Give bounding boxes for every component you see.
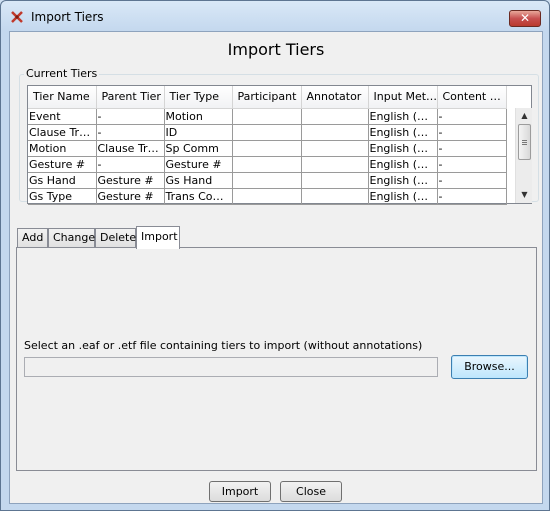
- table-cell[interactable]: Trans Com…: [164, 188, 233, 205]
- column-header[interactable]: Input Met…: [368, 86, 438, 109]
- elan-app-icon: [11, 11, 23, 23]
- table-cell[interactable]: Gs Hand: [28, 172, 97, 189]
- window-title: Import Tiers: [31, 10, 104, 24]
- table-cell[interactable]: [301, 108, 369, 125]
- column-header[interactable]: Parent Tier: [96, 86, 165, 109]
- table-cell[interactable]: -: [437, 124, 507, 141]
- table-cell[interactable]: -: [437, 140, 507, 157]
- table-cell[interactable]: [301, 140, 369, 157]
- title-bar[interactable]: Import Tiers ✕: [1, 1, 549, 31]
- table-cell[interactable]: -: [437, 108, 507, 125]
- column-header[interactable]: Annotator: [301, 86, 369, 109]
- table-cell[interactable]: Event: [28, 108, 97, 125]
- table-cell[interactable]: -: [437, 156, 507, 173]
- arrow-up-icon[interactable]: ▲: [516, 108, 533, 124]
- grip-line: [522, 144, 527, 145]
- table-cell[interactable]: Motion: [28, 140, 97, 157]
- table-header-row: Tier Name Parent Tier Tier Type Particip…: [28, 86, 507, 109]
- table-cell[interactable]: [301, 188, 369, 205]
- table-cell[interactable]: -: [96, 124, 165, 141]
- table-cell[interactable]: Sp Comm: [164, 140, 233, 157]
- scrollbar-thumb[interactable]: [518, 124, 531, 160]
- table-cell[interactable]: [232, 140, 302, 157]
- table-cell[interactable]: Gesture #: [96, 172, 165, 189]
- close-button[interactable]: Close: [280, 481, 342, 502]
- table-row[interactable]: Gs Hand Gesture # Gs Hand English (Un… -: [28, 172, 507, 189]
- column-header[interactable]: Tier Name: [28, 86, 97, 109]
- tab-delete[interactable]: Delete: [95, 228, 136, 248]
- table-cell[interactable]: Clause Tra…: [96, 140, 165, 157]
- grip-line: [522, 140, 527, 141]
- table-cell[interactable]: English (Un…: [368, 124, 438, 141]
- table-cell[interactable]: Gesture #: [96, 188, 165, 205]
- window-close-button[interactable]: ✕: [509, 10, 541, 27]
- table-cell[interactable]: [232, 188, 302, 205]
- table-cell[interactable]: -: [437, 172, 507, 189]
- table-cell[interactable]: Gesture #: [164, 156, 233, 173]
- column-header[interactable]: Content …: [437, 86, 507, 109]
- table-cell[interactable]: -: [437, 188, 507, 205]
- table-cell[interactable]: English (Un…: [368, 188, 438, 205]
- table-row[interactable]: Clause Tra… - ID English (Un… -: [28, 124, 507, 141]
- table-row[interactable]: Motion Clause Tra… Sp Comm English (Un… -: [28, 140, 507, 157]
- arrow-down-icon[interactable]: ▼: [516, 187, 533, 203]
- table-vertical-scrollbar[interactable]: ▲ ▼: [515, 108, 532, 203]
- import-instruction: Select an .eaf or .etf file containing t…: [24, 339, 423, 352]
- column-header[interactable]: Participant: [232, 86, 302, 109]
- table-cell[interactable]: Gs Hand: [164, 172, 233, 189]
- current-tiers-label: Current Tiers: [24, 67, 100, 80]
- browse-button[interactable]: Browse...: [451, 355, 528, 379]
- table-row[interactable]: Gesture # - Gesture # English (Un… -: [28, 156, 507, 173]
- table-cell[interactable]: [232, 108, 302, 125]
- table-row[interactable]: Gs Type Gesture # Trans Com… English (Un… -: [28, 188, 507, 205]
- grip-line: [522, 142, 527, 143]
- current-tiers-table[interactable]: Tier Name Parent Tier Tier Type Particip…: [27, 85, 532, 205]
- table-cell[interactable]: Gesture #: [28, 156, 97, 173]
- table-row[interactable]: Event - Motion English (Un… -: [28, 108, 507, 125]
- column-header[interactable]: Tier Type: [164, 86, 233, 109]
- file-path-field[interactable]: [24, 357, 438, 377]
- table-cell[interactable]: [232, 172, 302, 189]
- dialog-content: Import Tiers Current Tiers Tier Name Par…: [9, 31, 543, 504]
- import-button[interactable]: Import: [209, 481, 271, 502]
- table-cell[interactable]: English (Un…: [368, 108, 438, 125]
- table-cell[interactable]: ID: [164, 124, 233, 141]
- table-cell[interactable]: -: [96, 108, 165, 125]
- table-cell[interactable]: Motion: [164, 108, 233, 125]
- tier-grid[interactable]: Tier Name Parent Tier Tier Type Particip…: [28, 86, 507, 205]
- table-cell[interactable]: English (Un…: [368, 140, 438, 157]
- table-cell[interactable]: Gs Type: [28, 188, 97, 205]
- table-cell[interactable]: [301, 172, 369, 189]
- import-tab-panel: Select an .eaf or .etf file containing t…: [16, 247, 537, 471]
- table-cell[interactable]: Clause Tra…: [28, 124, 97, 141]
- table-cell[interactable]: English (Un…: [368, 156, 438, 173]
- table-cell[interactable]: -: [96, 156, 165, 173]
- table-cell[interactable]: English (Un…: [368, 172, 438, 189]
- tab-import[interactable]: Import: [136, 226, 180, 249]
- table-cell[interactable]: [232, 124, 302, 141]
- tab-change[interactable]: Change: [48, 228, 95, 248]
- dialog-heading: Import Tiers: [227, 40, 325, 59]
- table-cell[interactable]: [301, 156, 369, 173]
- import-tiers-window: Import Tiers ✕ Import Tiers Current Tier…: [0, 0, 550, 511]
- table-cell[interactable]: [301, 124, 369, 141]
- table-cell[interactable]: [232, 156, 302, 173]
- tab-add[interactable]: Add: [17, 228, 48, 248]
